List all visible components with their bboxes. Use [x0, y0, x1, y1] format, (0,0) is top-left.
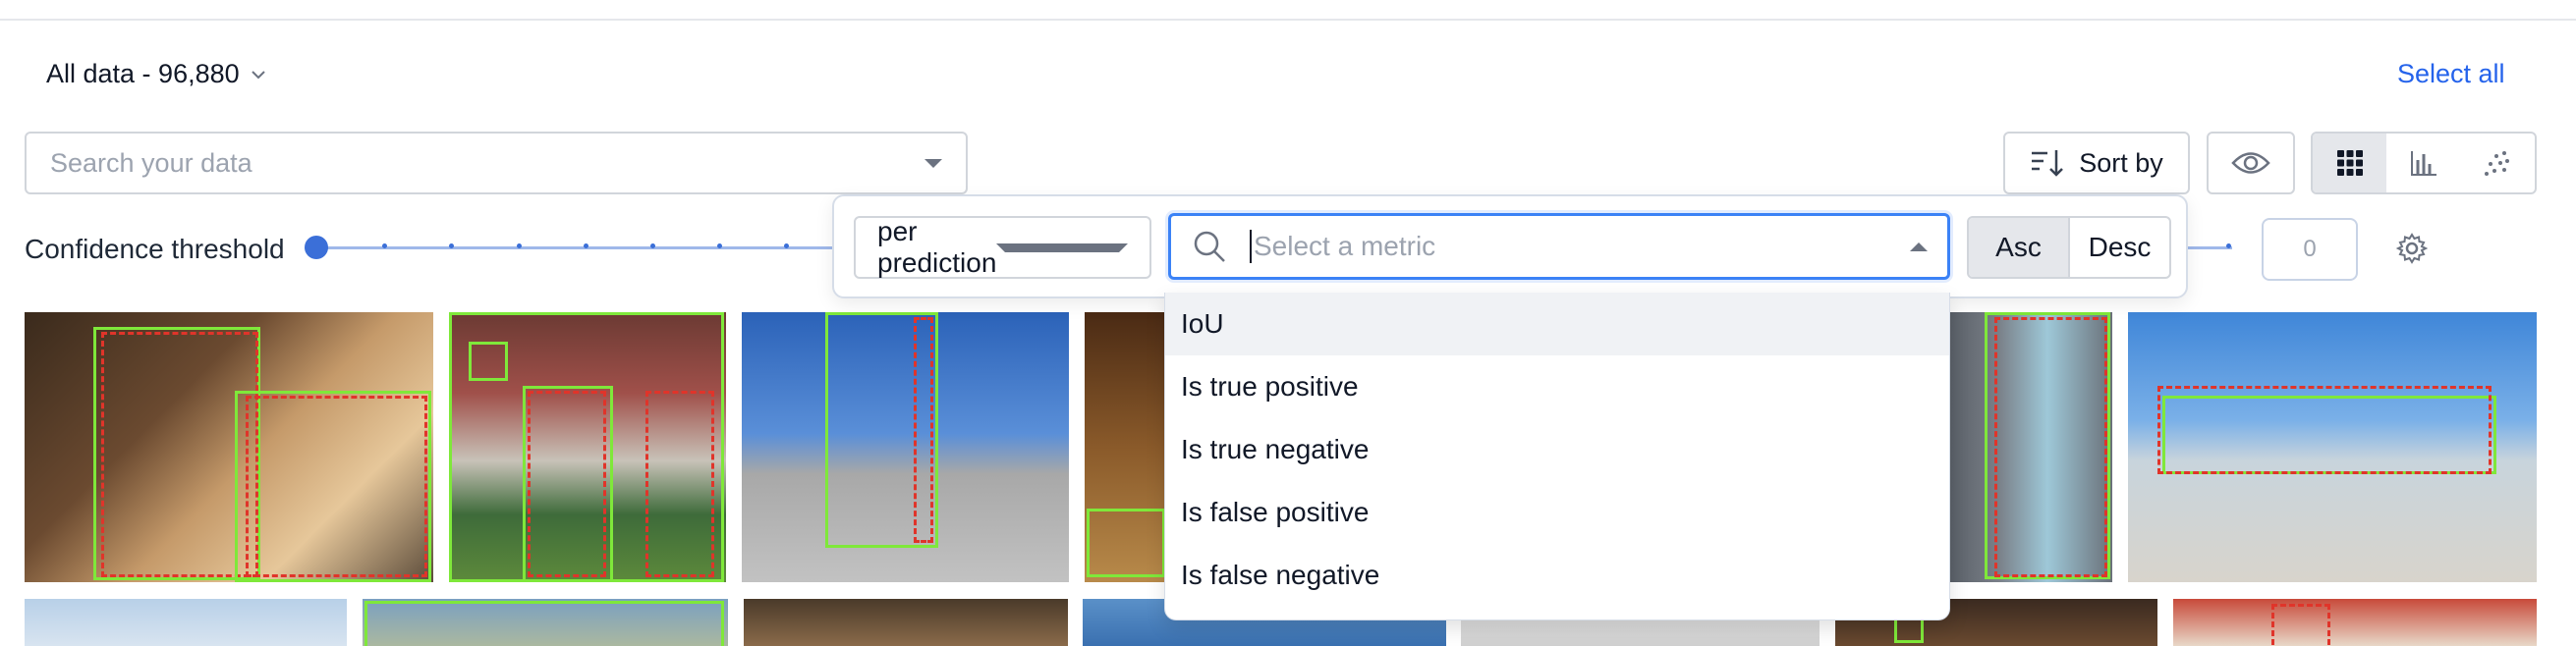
slider-tick	[650, 243, 655, 248]
prediction-box	[914, 317, 933, 543]
visibility-toggle-button[interactable]	[2207, 132, 2295, 194]
image-thumbnail[interactable]	[363, 599, 728, 646]
confidence-value-input[interactable]: 0	[2262, 218, 2358, 281]
prediction-box	[246, 396, 427, 577]
slider-tick	[517, 243, 522, 248]
image-thumbnail[interactable]	[449, 312, 726, 582]
slider-tick	[717, 243, 722, 248]
grid-icon	[2336, 150, 2363, 176]
ground-truth-box	[523, 386, 613, 582]
confidence-slider-thumb[interactable]	[305, 236, 328, 259]
sort-by-button[interactable]: Sort by	[2003, 132, 2190, 194]
confidence-threshold-label: Confidence threshold	[25, 234, 285, 264]
slider-tick	[2226, 243, 2231, 248]
ground-truth-box	[469, 342, 508, 381]
caret-up-icon	[1910, 242, 1928, 251]
chart-view-button[interactable]	[2386, 134, 2460, 192]
metric-placeholder: Select a metric	[1254, 231, 1436, 261]
scatter-icon	[2485, 151, 2510, 176]
sort-scope-select[interactable]: per prediction	[854, 216, 1151, 279]
select-all-link[interactable]: Select all	[2397, 59, 2505, 89]
eye-icon	[2231, 152, 2270, 174]
sort-popover: per prediction Select a metric Asc Desc	[832, 194, 2188, 298]
search-icon	[1194, 231, 1225, 262]
image-thumbnail[interactable]	[1085, 312, 1173, 582]
gear-icon[interactable]	[2395, 232, 2429, 265]
prediction-box	[2157, 386, 2492, 474]
image-thumbnail[interactable]	[1950, 312, 2112, 582]
prediction-box	[2271, 604, 2330, 646]
image-thumbnail[interactable]	[25, 599, 347, 646]
sort-asc-button[interactable]: Asc	[1969, 218, 2070, 277]
embedding-view-button[interactable]	[2461, 134, 2535, 192]
slider-tick	[449, 243, 454, 248]
sort-desc-button[interactable]: Desc	[2070, 218, 2169, 277]
prediction-box	[1994, 317, 2107, 577]
metric-option-iou[interactable]: IoU	[1165, 293, 1949, 355]
top-divider	[0, 0, 2576, 21]
metric-option-true-positive[interactable]: Is true positive	[1165, 355, 1949, 418]
sort-icon	[2032, 150, 2064, 177]
metric-option-false-negative[interactable]: Is false negative	[1165, 544, 1949, 607]
view-mode-toggle[interactable]	[2311, 132, 2537, 194]
sort-by-label: Sort by	[2079, 147, 2163, 178]
dataset-label: All data - 96,880	[46, 59, 240, 88]
image-thumbnail[interactable]	[25, 312, 433, 582]
bar-chart-icon	[2410, 151, 2436, 176]
chevron-down-icon	[251, 70, 265, 79]
metric-option-true-negative[interactable]: Is true negative	[1165, 418, 1949, 481]
slider-tick	[382, 243, 387, 248]
text-cursor	[1250, 230, 1252, 263]
search-placeholder: Search your data	[50, 147, 252, 178]
image-thumbnail[interactable]	[744, 599, 1068, 646]
metric-dropdown: IoU Is true positive Is true negative Is…	[1164, 293, 1950, 620]
image-thumbnail[interactable]	[2173, 599, 2537, 646]
ground-truth-box	[364, 601, 724, 646]
image-thumbnail[interactable]	[742, 312, 1069, 582]
caret-down-icon	[924, 158, 942, 168]
metric-option-false-positive[interactable]: Is false positive	[1165, 481, 1949, 544]
search-input[interactable]: Search your data	[25, 132, 968, 194]
slider-tick	[584, 243, 588, 248]
dataset-selector[interactable]: All data - 96,880	[46, 59, 267, 89]
prediction-box	[645, 391, 714, 577]
image-thumbnail[interactable]	[2128, 312, 2537, 582]
slider-tick	[784, 243, 789, 248]
sort-order-toggle[interactable]: Asc Desc	[1967, 216, 2171, 279]
sort-scope-value: per prediction	[877, 216, 997, 278]
ground-truth-box	[1087, 509, 1165, 577]
caret-down-icon	[996, 242, 1128, 252]
metric-search-input[interactable]: Select a metric	[1168, 213, 1950, 280]
grid-view-button[interactable]	[2313, 134, 2387, 192]
